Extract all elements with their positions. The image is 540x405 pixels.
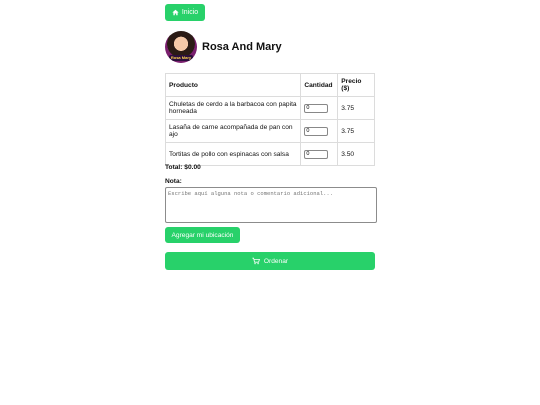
product-name: Tortitas de pollo con espinacas con sals… bbox=[164, 142, 302, 166]
header-quantity: Cantidad bbox=[300, 73, 339, 97]
quantity-cell bbox=[300, 96, 339, 120]
quantity-input[interactable] bbox=[304, 126, 329, 136]
table-row: Chuletas de cerdo a la barbacoa con papi… bbox=[164, 96, 375, 120]
store-header: Rosa Mary Rosa And Mary bbox=[165, 28, 282, 66]
quantity-cell bbox=[300, 142, 339, 166]
quantity-cell bbox=[300, 119, 339, 143]
cart-icon bbox=[252, 257, 260, 265]
order-button-label: Ordenar bbox=[263, 257, 289, 265]
home-button-label: Inicio bbox=[181, 9, 199, 16]
order-total: Total: $0.00 bbox=[165, 164, 201, 171]
home-button[interactable]: Inicio bbox=[165, 4, 205, 21]
store-logo: Rosa Mary bbox=[165, 31, 197, 63]
store-logo-text: Rosa Mary bbox=[169, 55, 193, 61]
table-row: Tortitas de pollo con espinacas con sals… bbox=[164, 142, 375, 166]
order-button[interactable]: Ordenar bbox=[165, 252, 375, 270]
product-price: 3.75 bbox=[337, 119, 375, 143]
quantity-input[interactable] bbox=[304, 149, 329, 159]
quantity-input[interactable] bbox=[304, 103, 329, 113]
table-header-row: Producto Cantidad Precio ($) bbox=[164, 73, 375, 97]
home-icon bbox=[172, 9, 179, 16]
header-price: Precio ($) bbox=[337, 73, 375, 97]
add-location-button[interactable]: Agregar mi ubicación bbox=[165, 227, 240, 243]
product-price: 3.50 bbox=[337, 142, 375, 166]
note-label: Nota: bbox=[165, 178, 182, 185]
products-table: Producto Cantidad Precio ($) Chuletas de… bbox=[164, 73, 375, 166]
product-name: Chuletas de cerdo a la barbacoa con papi… bbox=[164, 96, 302, 120]
note-textarea[interactable] bbox=[165, 187, 377, 223]
store-name: Rosa And Mary bbox=[202, 41, 282, 53]
product-name: Lasaña de carne acompañada de pan con aj… bbox=[164, 119, 302, 143]
header-product: Producto bbox=[164, 73, 302, 97]
table-row: Lasaña de carne acompañada de pan con aj… bbox=[164, 119, 375, 143]
product-price: 3.75 bbox=[337, 96, 375, 120]
